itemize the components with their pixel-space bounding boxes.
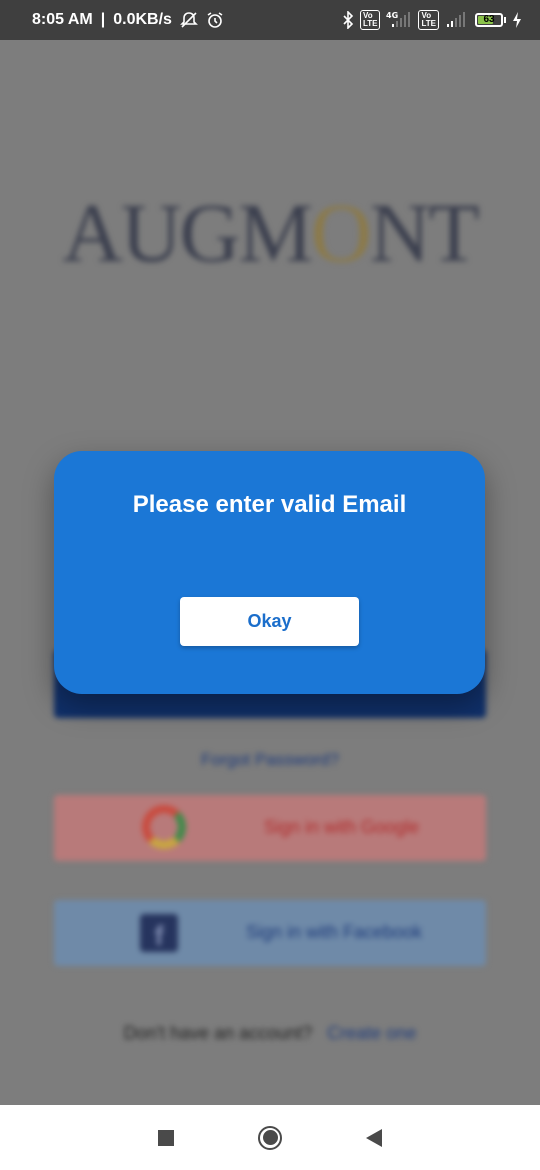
battery-level: 63 xyxy=(483,14,495,25)
augmont-logo: AUGMONT xyxy=(62,187,479,280)
status-time: 8:05 AM xyxy=(32,11,93,28)
status-right: Vo LTE 4G Vo LTE 63 xyxy=(342,10,522,30)
facebook-signin-label: Sign in with Facebook xyxy=(246,922,423,942)
volte-icon: Vo LTE xyxy=(359,10,381,30)
facebook-signin-button: f Sign in with Facebook xyxy=(54,900,486,966)
signup-link: Create one xyxy=(327,1023,417,1043)
google-signin-label: Sign in with Google xyxy=(264,817,420,837)
battery-body: 63 xyxy=(475,13,503,27)
status-separator: | xyxy=(100,11,106,28)
back-icon[interactable] xyxy=(366,1128,382,1147)
status-left: 8:05 AM | 0.0KB/s xyxy=(32,11,224,29)
battery-tip xyxy=(504,17,506,23)
home-icon[interactable] xyxy=(258,1125,282,1150)
svg-text:4G: 4G xyxy=(386,11,398,20)
status-network-speed: 0.0KB/s xyxy=(113,11,172,28)
alert-dialog: Please enter valid Email Okay xyxy=(54,451,485,694)
facebook-icon: f xyxy=(140,914,178,952)
screen: 8:05 AM | 0.0KB/s Vo LTE 4G Vo LTE 63 AU… xyxy=(0,0,540,1170)
signup-row: Don't have an account? Create one xyxy=(0,1023,540,1044)
google-signin-button: Sign in with Google xyxy=(54,795,486,861)
dialog-message: Please enter valid Email xyxy=(132,491,407,518)
battery-icon: 63 xyxy=(475,13,506,27)
recent-apps-icon[interactable] xyxy=(158,1129,174,1146)
status-bar: 8:05 AM | 0.0KB/s Vo LTE 4G Vo LTE 63 xyxy=(0,0,540,40)
navigation-bar xyxy=(0,1105,540,1170)
signal-icon xyxy=(445,11,469,29)
charging-icon xyxy=(512,12,522,28)
bluetooth-icon xyxy=(342,11,354,29)
forgot-password-link: Forgot Password? xyxy=(201,750,339,769)
google-icon xyxy=(142,805,186,849)
signup-prompt: Don't have an account? xyxy=(123,1023,313,1043)
mute-notifications-icon xyxy=(180,11,198,29)
okay-button[interactable]: Okay xyxy=(180,597,359,646)
home-icon-inner xyxy=(262,1130,278,1145)
alarm-icon xyxy=(206,11,224,29)
volte-icon-2: Vo LTE xyxy=(418,10,439,30)
signal-4g-icon: 4G xyxy=(386,11,412,29)
